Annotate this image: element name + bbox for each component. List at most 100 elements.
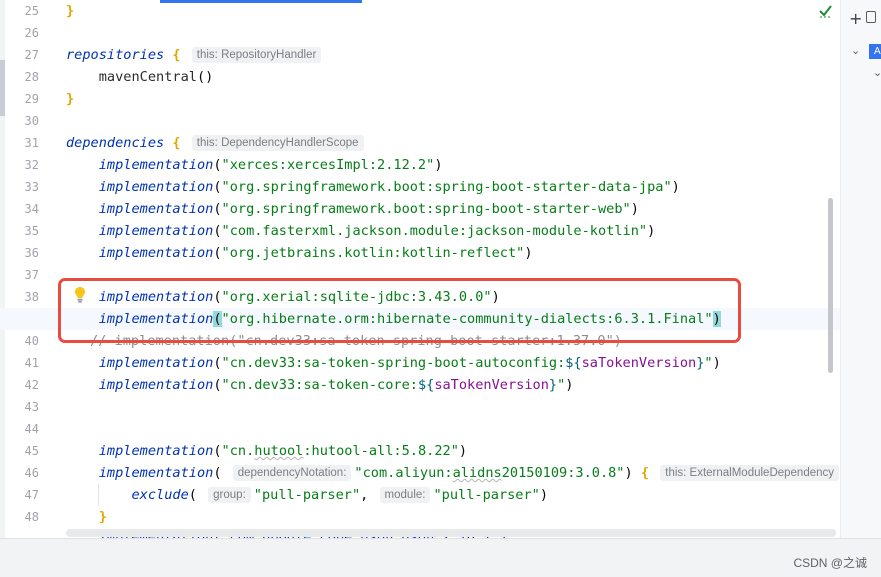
chevron-down-icon[interactable]: ⌄ (851, 44, 860, 57)
watermark: CSDN @之诚 (793, 556, 867, 570)
template-open: ${ (565, 355, 582, 371)
inlay-hint: this: ExternalModuleDependency (660, 465, 840, 481)
line-number: 42 (24, 378, 39, 392)
string-literal: "com.aliyun: (354, 465, 453, 481)
code-line-41: implementation("cn.dev33:sa-token-spring… (66, 352, 721, 374)
code-line-28: mavenCentral() (66, 66, 214, 88)
function-call[interactable]: implementation (99, 157, 214, 173)
function-call[interactable]: implementation (99, 223, 214, 239)
line-number: 29 (24, 92, 39, 106)
paren: ( (213, 443, 222, 459)
line-number: 32 (24, 158, 39, 172)
function-call[interactable]: implementation (99, 355, 214, 371)
template-variable[interactable]: saTokenVersion (582, 355, 697, 371)
function-call[interactable]: implementation (99, 245, 214, 261)
code-line-36: implementation("org.jetbrains.kotlin:kot… (66, 242, 533, 264)
line-number: 47 (24, 488, 39, 502)
code-editor[interactable]: 25 26 27 28 29 30 31 32 33 34 35 36 37 3… (0, 0, 840, 538)
code-line-32: implementation("xerces:xercesImpl:2.12.2… (66, 154, 443, 176)
string-literal: "cn.dev33:sa-token-spring-boot-autoconfi… (221, 355, 566, 371)
function-call[interactable]: mavenCentral (99, 69, 197, 85)
line-number: 44 (24, 422, 39, 436)
paren: ( (213, 157, 222, 173)
paren: ) (458, 443, 468, 459)
function-call[interactable]: implementation (99, 465, 214, 481)
paren: ) (647, 223, 656, 239)
line-number: 31 (24, 136, 39, 150)
code-line-27: repositories { this: RepositoryHandler (66, 44, 324, 66)
opening-brace: { (164, 135, 181, 151)
string-literal: "org.springframework.boot:spring-boot-st… (221, 201, 631, 217)
horizontal-scrollbar[interactable] (66, 529, 836, 537)
string-literal: "cn. (221, 443, 255, 459)
paren: ) (630, 201, 639, 217)
paren: ( (213, 179, 222, 195)
code-line-31: dependencies { this: DependencyHandlerSc… (66, 132, 367, 154)
annotation-highlight-box (58, 278, 741, 343)
paren: ( (213, 355, 222, 371)
line-number: 41 (24, 356, 39, 370)
string-literal: " (704, 355, 713, 371)
line-number: 25 (24, 4, 39, 18)
paren: ( (213, 223, 222, 239)
line-number: 46 (24, 466, 39, 480)
string-literal: "org.jetbrains.kotlin:kotlin-reflect" (221, 245, 525, 261)
line-number: 43 (24, 400, 39, 414)
tree-row[interactable]: ⌄ A (847, 42, 881, 60)
inlay-hint: this: DependencyHandlerScope (191, 135, 364, 151)
paren: ( (213, 245, 222, 261)
function-call[interactable]: implementation (99, 443, 214, 459)
function-call[interactable]: exclude (131, 487, 188, 503)
code-line-46: implementation( dependencyNotation: "com.… (66, 462, 840, 484)
string-literal: "xerces:xercesImpl:2.12.2" (221, 157, 435, 173)
function-call[interactable]: implementation (99, 201, 214, 217)
paren: ( (213, 377, 222, 393)
code-line-33: implementation("org.springframework.boot… (66, 176, 680, 198)
line-number: 40 (24, 334, 39, 348)
repositories-keyword[interactable]: repositories (66, 47, 164, 63)
line-number: 48 (24, 510, 39, 524)
paren: ( (213, 465, 230, 481)
tree-selected-item[interactable]: A (869, 44, 881, 59)
parameter-hint: group: (208, 487, 251, 503)
line-number: 38 (24, 290, 39, 304)
opening-brace: { (164, 47, 181, 63)
line-number-gutter[interactable]: 25 26 27 28 29 30 31 32 33 34 35 36 37 3… (5, 0, 55, 538)
line-number: 26 (24, 26, 39, 40)
plus-icon[interactable]: + (849, 9, 862, 28)
paren: ) (712, 355, 721, 371)
paren: ) (671, 179, 680, 195)
inlay-hint: this: RepositoryHandler (191, 47, 322, 63)
paren: ) (624, 465, 641, 481)
paren: ) (539, 487, 549, 503)
line-number: 36 (24, 246, 39, 260)
line-number: 28 (24, 70, 39, 84)
parens: () (196, 69, 214, 85)
line-number: 30 (24, 114, 39, 128)
line-number: 37 (24, 268, 39, 282)
closing-brace: } (66, 91, 75, 107)
code-line-48: } (66, 506, 107, 528)
string-literal: "org.springframework.boot:spring-boot-st… (221, 179, 672, 195)
checkmark-icon[interactable] (818, 3, 834, 19)
function-call[interactable]: implementation (99, 377, 214, 393)
code-line-42: implementation("cn.dev33:sa-token-core:$… (66, 374, 574, 396)
paren: ) (524, 245, 533, 261)
line-number: 35 (24, 224, 39, 238)
code-line-25: } (66, 0, 74, 22)
panel-icon[interactable] (866, 11, 876, 23)
chevron-down-icon[interactable]: ⌄ (873, 66, 881, 79)
line-number: 27 (24, 48, 39, 62)
bottom-bar: CSDN @之诚 (0, 538, 881, 577)
code-line-45: implementation("cn.hutool:hutool-all:5.8… (66, 440, 467, 462)
indent-guide (98, 484, 99, 506)
separator: , (360, 487, 377, 503)
template-variable[interactable]: saTokenVersion (434, 377, 549, 393)
string-literal: "com.fasterxml.jackson.module:jackson-mo… (221, 223, 648, 239)
opening-brace: { (640, 465, 650, 481)
function-call[interactable]: implementation (99, 179, 214, 195)
dependencies-keyword[interactable]: dependencies (66, 135, 164, 151)
paren: ( (188, 487, 206, 503)
template-open: ${ (417, 377, 435, 393)
vertical-scrollbar-thumb[interactable] (828, 198, 833, 373)
